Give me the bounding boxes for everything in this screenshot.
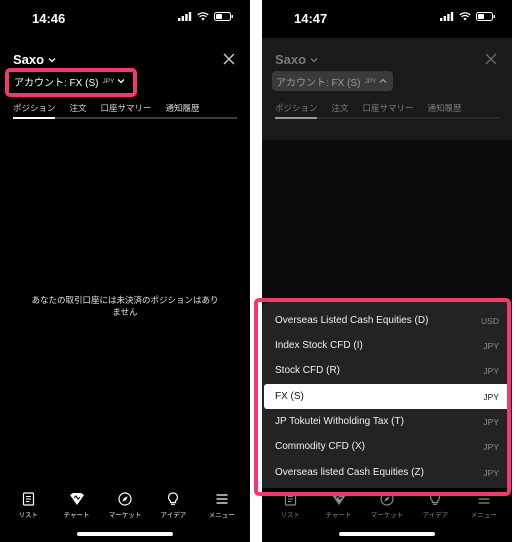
status-bar: 14:46 (0, 0, 250, 38)
brand-selector[interactable]: Saxo (275, 52, 318, 67)
account-option[interactable]: JP Tokutei Witholding Tax (T) JPY (264, 409, 510, 434)
battery-icon (214, 12, 233, 21)
brand-label: Saxo (13, 52, 45, 67)
account-option[interactable]: Index Stock CFD (I) JPY (264, 333, 510, 358)
tab-positions[interactable]: ポジション (275, 102, 318, 114)
account-selector[interactable]: アカウント: FX (S) JPY (10, 71, 131, 91)
account-picker-sheet: Overseas Listed Cash Equities (D) USD In… (262, 302, 512, 488)
tab-account-summary[interactable]: 口座サマリー (101, 102, 152, 114)
account-option[interactable]: Overseas listed Cash Equities (Z) JPY (264, 460, 510, 485)
account-option-name: Overseas Listed Cash Equities (D) (275, 315, 429, 326)
status-icons (440, 12, 496, 21)
account-option-name: JP Tokutei Witholding Tax (T) (275, 416, 404, 427)
account-option-currency: JPY (483, 391, 499, 402)
nav-menu-label: メニュー (470, 512, 497, 519)
battery-icon (476, 12, 495, 21)
tab-orders[interactable]: 注文 (70, 102, 87, 114)
phone-left: 14:46 Saxo アカウント: FX (S) JPY ポジション 注文 口座… (0, 0, 250, 542)
account-label: アカウント: FX (S) (276, 77, 361, 89)
account-option-name: Commodity CFD (X) (275, 441, 366, 452)
nav-chart-label: チャート (325, 512, 352, 519)
nav-markets-label: マーケット (370, 512, 404, 519)
account-option-currency: USD (481, 315, 499, 326)
tab-positions[interactable]: ポジション (13, 102, 56, 114)
header: Saxo アカウント: FX (S) JPY ポジション 注文 口座サマリー 通… (262, 38, 512, 140)
account-option-currency: JPY (483, 365, 499, 376)
brand-label: Saxo (275, 52, 307, 67)
tab-account-summary[interactable]: 口座サマリー (363, 102, 414, 114)
account-selector[interactable]: アカウント: FX (S) JPY (272, 71, 394, 91)
status-bar: 14:47 (262, 0, 512, 38)
chevron-down-icon (310, 57, 318, 62)
list-icon (284, 492, 296, 506)
tab-notification-history[interactable]: 通知履歴 (166, 102, 200, 114)
account-option-name: Overseas listed Cash Equities (Z) (275, 467, 424, 478)
account-option-currency: JPY (483, 467, 499, 478)
phone-right: 14:47 Saxo アカウント: FX (S) JPY ポジション 注文 口座… (262, 0, 512, 542)
chevron-down-icon (48, 57, 56, 62)
signal-icon (440, 12, 454, 21)
nav-list-label: リスト (280, 512, 300, 519)
nav-list[interactable]: リスト (267, 488, 313, 542)
tab-underline (275, 117, 499, 119)
chevron-down-icon (117, 79, 125, 84)
active-tab-indicator (275, 117, 317, 119)
header: Saxo アカウント: FX (S) JPY ポジション 注文 口座サマリー 通… (0, 38, 250, 140)
account-option-currency: JPY (483, 441, 499, 452)
account-option-name: FX (S) (275, 391, 304, 402)
chart-icon (331, 493, 346, 505)
account-option-currency: JPY (483, 340, 499, 351)
compass-icon (118, 492, 132, 506)
account-option[interactable]: Stock CFD (R) JPY (264, 358, 510, 383)
account-label: アカウント: FX (S) (14, 77, 99, 89)
empty-positions-message: あなたの取引口座には未決済のポジションはありません (31, 295, 219, 317)
tab-notification-history[interactable]: 通知履歴 (428, 102, 462, 114)
account-currency: JPY (102, 77, 115, 85)
nav-chart-label: チャート (63, 512, 90, 519)
nav-ideas-label: アイデア (422, 512, 449, 519)
lightbulb-icon (168, 492, 179, 505)
brand-selector[interactable]: Saxo (13, 52, 56, 67)
nav-menu[interactable]: メニュー (461, 488, 507, 542)
signal-icon (178, 12, 192, 21)
status-time: 14:47 (294, 11, 328, 26)
compass-icon (380, 492, 394, 506)
close-icon[interactable] (484, 52, 498, 66)
nav-list[interactable]: リスト (5, 488, 51, 542)
menu-icon (478, 494, 490, 504)
chart-icon (69, 493, 84, 505)
account-option[interactable]: Overseas Listed Cash Equities (D) USD (264, 308, 510, 333)
list-icon (22, 492, 34, 506)
wifi-icon (197, 12, 209, 21)
chevron-up-icon (379, 78, 387, 83)
account-option-selected[interactable]: FX (S) JPY (264, 384, 510, 409)
home-indicator (339, 532, 435, 536)
active-tab-indicator (13, 117, 55, 119)
nav-menu-label: メニュー (208, 512, 235, 519)
tab-underline (13, 117, 237, 119)
nav-list-label: リスト (18, 512, 38, 519)
account-option[interactable]: Commodity CFD (X) JPY (264, 434, 510, 459)
account-currency: JPY (364, 77, 377, 85)
status-icons (178, 12, 234, 21)
account-option-name: Stock CFD (R) (275, 365, 340, 376)
menu-icon (216, 494, 228, 504)
tab-bar: ポジション 注文 口座サマリー 通知履歴 (13, 102, 237, 114)
wifi-icon (459, 12, 471, 21)
home-indicator (77, 532, 173, 536)
close-icon[interactable] (222, 52, 236, 66)
nav-menu[interactable]: メニュー (199, 488, 245, 542)
account-option-name: Index Stock CFD (I) (275, 340, 363, 351)
status-time: 14:46 (32, 11, 66, 26)
tab-orders[interactable]: 注文 (332, 102, 349, 114)
nav-markets-label: マーケット (108, 512, 142, 519)
account-option-currency: JPY (483, 416, 499, 427)
lightbulb-icon (430, 492, 441, 505)
tab-bar: ポジション 注文 口座サマリー 通知履歴 (275, 102, 499, 114)
nav-ideas-label: アイデア (160, 512, 187, 519)
